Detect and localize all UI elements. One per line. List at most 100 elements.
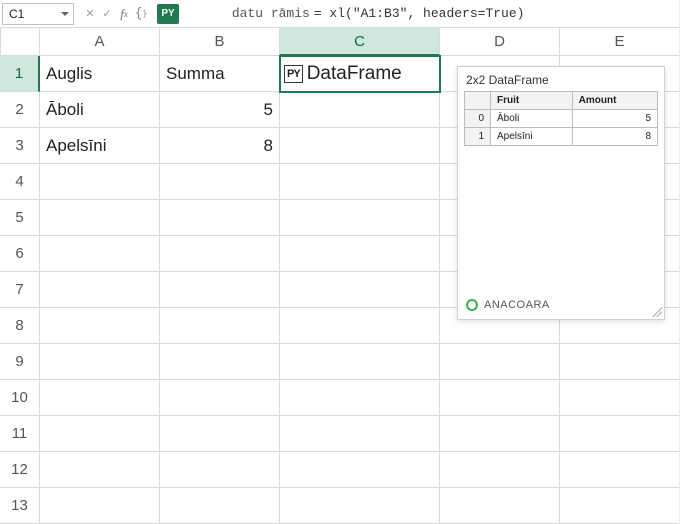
cell-c2[interactable] [280, 92, 440, 128]
cell-a4[interactable] [40, 164, 160, 200]
preview-title: 2x2 DataFrame [458, 67, 664, 91]
preview-fruit: Apelsīni [491, 128, 573, 146]
cell-c6[interactable] [280, 236, 440, 272]
row-header-13[interactable]: 13 [0, 488, 40, 524]
cell-c1-value: DataFrame [307, 63, 402, 85]
cell-b13[interactable] [160, 488, 280, 524]
cell-e9[interactable] [560, 344, 680, 380]
cell-c8[interactable] [280, 308, 440, 344]
cell-a7[interactable] [40, 272, 160, 308]
name-box-value: C1 [9, 7, 24, 21]
preview-amount: 8 [572, 128, 657, 146]
preview-row: 0 Āboli 5 [465, 110, 658, 128]
row-header-1[interactable]: 1 [0, 56, 40, 92]
fx-icon[interactable]: fx [116, 5, 132, 23]
cell-b2[interactable]: 5 [160, 92, 280, 128]
cell-c7[interactable] [280, 272, 440, 308]
row-header-2[interactable]: 2 [0, 92, 40, 128]
preview-amount: 5 [572, 110, 657, 128]
cell-c11[interactable] [280, 416, 440, 452]
preview-col-fruit: Fruit [491, 92, 573, 110]
cell-a6[interactable] [40, 236, 160, 272]
cell-b5[interactable] [160, 200, 280, 236]
cell-a12[interactable] [40, 452, 160, 488]
cell-c9[interactable] [280, 344, 440, 380]
cancel-icon[interactable]: ✕ [82, 5, 98, 23]
preview-row: 1 Apelsīni 8 [465, 128, 658, 146]
formula-bar: C1 ✕ ✓ fx {} PY datu rāmis= xl("A1:B3", … [0, 0, 679, 28]
cell-a10[interactable] [40, 380, 160, 416]
cell-a1[interactable]: Auglis [40, 56, 160, 92]
preview-idx: 1 [465, 128, 491, 146]
cell-b3[interactable]: 8 [160, 128, 280, 164]
cell-e12[interactable] [560, 452, 680, 488]
col-header-c[interactable]: C [280, 28, 440, 56]
row-header-6[interactable]: 6 [0, 236, 40, 272]
cell-b12[interactable] [160, 452, 280, 488]
row-header-4[interactable]: 4 [0, 164, 40, 200]
cell-d10[interactable] [440, 380, 560, 416]
cell-e10[interactable] [560, 380, 680, 416]
cell-c4[interactable] [280, 164, 440, 200]
preview-footer-label: ANACOARA [484, 299, 550, 311]
cell-d11[interactable] [440, 416, 560, 452]
cell-c5[interactable] [280, 200, 440, 236]
row-header-11[interactable]: 11 [0, 416, 40, 452]
cell-a13[interactable] [40, 488, 160, 524]
accept-icon[interactable]: ✓ [99, 5, 115, 23]
resize-handle-icon[interactable] [652, 307, 662, 317]
cell-b6[interactable] [160, 236, 280, 272]
app-root: C1 ✕ ✓ fx {} PY datu rāmis= xl("A1:B3", … [0, 0, 680, 524]
row-header-10[interactable]: 10 [0, 380, 40, 416]
cell-c3[interactable] [280, 128, 440, 164]
col-header-a[interactable]: A [40, 28, 160, 56]
formula-icons: ✕ ✓ fx {} [80, 5, 151, 23]
python-cell-icon: PY [284, 65, 303, 83]
cell-b7[interactable] [160, 272, 280, 308]
row-header-12[interactable]: 12 [0, 452, 40, 488]
cell-b1[interactable]: Summa [160, 56, 280, 92]
preview-col-amount: Amount [572, 92, 657, 110]
cell-d9[interactable] [440, 344, 560, 380]
cell-e11[interactable] [560, 416, 680, 452]
cell-a8[interactable] [40, 308, 160, 344]
cell-e13[interactable] [560, 488, 680, 524]
cell-c1[interactable]: PY DataFrame [280, 56, 440, 92]
col-header-d[interactable]: D [440, 28, 560, 56]
row-header-9[interactable]: 9 [0, 344, 40, 380]
row-header-7[interactable]: 7 [0, 272, 40, 308]
cell-c10[interactable] [280, 380, 440, 416]
row-header-5[interactable]: 5 [0, 200, 40, 236]
preview-footer: ANACOARA [466, 299, 550, 311]
row-header-3[interactable]: 3 [0, 128, 40, 164]
cell-c13[interactable] [280, 488, 440, 524]
preview-col-index [465, 92, 491, 110]
cell-b9[interactable] [160, 344, 280, 380]
cell-b8[interactable] [160, 308, 280, 344]
row-header-8[interactable]: 8 [0, 308, 40, 344]
cell-d12[interactable] [440, 452, 560, 488]
anaconda-ring-icon [466, 299, 478, 311]
cell-b11[interactable] [160, 416, 280, 452]
cell-a11[interactable] [40, 416, 160, 452]
preview-fruit: Āboli [491, 110, 573, 128]
dataframe-preview-card: 2x2 DataFrame Fruit Amount 0 Āboli 5 1 A… [457, 66, 665, 320]
cell-b10[interactable] [160, 380, 280, 416]
col-header-e[interactable]: E [560, 28, 680, 56]
python-brace-icon[interactable]: {} [133, 5, 149, 23]
cell-a9[interactable] [40, 344, 160, 380]
formula-expression: = xl("A1:B3", headers=True) [310, 6, 529, 21]
preview-table: Fruit Amount 0 Āboli 5 1 Apelsīni 8 [464, 91, 658, 146]
cell-d13[interactable] [440, 488, 560, 524]
cell-a5[interactable] [40, 200, 160, 236]
select-all-corner[interactable] [0, 28, 40, 56]
preview-idx: 0 [465, 110, 491, 128]
cell-c12[interactable] [280, 452, 440, 488]
cell-a3[interactable]: Apelsīni [40, 128, 160, 164]
cell-a2[interactable]: Āboli [40, 92, 160, 128]
python-badge: PY [157, 4, 179, 24]
cell-b4[interactable] [160, 164, 280, 200]
name-box[interactable]: C1 [2, 3, 74, 25]
python-badge-label: PY [161, 8, 174, 19]
col-header-b[interactable]: B [160, 28, 280, 56]
